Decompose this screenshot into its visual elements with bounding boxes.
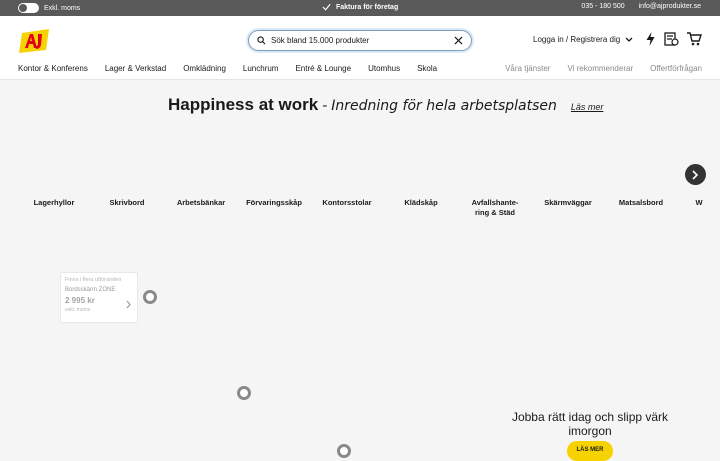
search-icon bbox=[257, 36, 266, 45]
checkmark-icon bbox=[322, 3, 331, 11]
product-hotspot-card[interactable]: Finns i flera utföranden Bordsskärm ZONE… bbox=[60, 272, 138, 323]
product-category: Finns i flera utföranden bbox=[65, 277, 122, 283]
moms-toggle[interactable]: Exkl. moms bbox=[18, 3, 80, 13]
nav-item-skola[interactable]: Skola bbox=[417, 64, 437, 73]
category-item[interactable]: Skrivbord bbox=[89, 198, 165, 208]
chevron-right-icon bbox=[692, 169, 699, 180]
cart-icon[interactable] bbox=[687, 32, 702, 46]
product-tax-note: exkl. moms bbox=[65, 307, 91, 313]
search-bar[interactable] bbox=[248, 30, 472, 51]
nav-item-omkladning[interactable]: Omklädning bbox=[183, 64, 226, 73]
category-carousel: Lagerhyllor Skrivbord Arbetsbänkar Förva… bbox=[0, 198, 720, 228]
chevron-down-icon bbox=[625, 37, 633, 42]
category-item[interactable]: Klädskåp bbox=[383, 198, 459, 208]
quote-list-icon[interactable] bbox=[664, 32, 679, 46]
top-bar: Exkl. moms Faktura för företag 035 - 180… bbox=[0, 0, 720, 16]
nav-item-tjanster[interactable]: Våra tjänster bbox=[505, 64, 550, 73]
login-label: Logga in / Registrera dig bbox=[533, 35, 621, 44]
nav-item-utomhus[interactable]: Utomhus bbox=[368, 64, 400, 73]
nav-item-offert[interactable]: Offertförfrågan bbox=[650, 64, 702, 73]
aj-logo-icon bbox=[19, 29, 49, 53]
category-item[interactable]: Lagerhyllor bbox=[16, 198, 92, 208]
toggle-switch[interactable] bbox=[18, 3, 39, 13]
header: Logga in / Registrera dig bbox=[0, 16, 720, 64]
product-hotspot-dot[interactable] bbox=[143, 290, 157, 304]
product-hotspot-dot[interactable] bbox=[237, 386, 251, 400]
hero-dash: - bbox=[322, 98, 328, 114]
hero-more-link[interactable]: Läs mer bbox=[571, 102, 604, 112]
main-nav: Kontor & Konferens Lager & Verkstad Omkl… bbox=[0, 64, 720, 80]
category-item[interactable]: Arbetsbänkar bbox=[163, 198, 239, 208]
promo-read-more-button[interactable]: LÄS MER bbox=[567, 441, 613, 461]
clear-icon[interactable] bbox=[454, 36, 463, 45]
login-link[interactable]: Logga in / Registrera dig bbox=[533, 35, 633, 44]
invoice-label: Faktura för företag bbox=[336, 3, 399, 11]
moms-label: Exkl. moms bbox=[44, 4, 81, 12]
category-item[interactable]: Matsalsbord bbox=[603, 198, 679, 208]
nav-item-rekommenderar[interactable]: Vi rekommenderar bbox=[567, 64, 633, 73]
category-item[interactable]: Skärmväggar bbox=[530, 198, 606, 208]
search-input[interactable] bbox=[271, 36, 454, 45]
category-item[interactable]: Avfallshante-ring & Städ bbox=[467, 198, 523, 218]
carousel-next-button[interactable] bbox=[685, 164, 706, 185]
chevron-right-icon bbox=[126, 300, 131, 309]
promo-text: Jobba rätt idag och slipp värk imorgon bbox=[511, 410, 669, 438]
hero-heading: Happiness at work - Inredning för hela a… bbox=[168, 95, 603, 115]
nav-item-lunchrum[interactable]: Lunchrum bbox=[243, 64, 279, 73]
product-name: Bordsskärm ZONE bbox=[65, 287, 116, 293]
phone-link[interactable]: 035 - 180 500 bbox=[581, 3, 624, 10]
category-item[interactable]: W bbox=[694, 198, 704, 208]
nav-item-kontor[interactable]: Kontor & Konferens bbox=[18, 64, 88, 73]
email-link[interactable]: info@ajprodukter.se bbox=[639, 3, 701, 10]
category-item[interactable]: Kontorsstolar bbox=[309, 198, 385, 208]
product-price: 2 995 kr bbox=[65, 296, 95, 305]
hero-subtitle: Inredning för hela arbetsplatsen bbox=[331, 98, 557, 114]
category-item[interactable]: Förvaringsskåp bbox=[236, 198, 312, 208]
lightning-icon[interactable] bbox=[645, 32, 656, 46]
hero-title: Happiness at work bbox=[168, 95, 319, 114]
nav-item-lager[interactable]: Lager & Verkstad bbox=[105, 64, 166, 73]
aj-logo[interactable] bbox=[18, 28, 50, 54]
product-hotspot-dot[interactable] bbox=[337, 444, 351, 458]
nav-item-entre[interactable]: Entré & Lounge bbox=[295, 64, 351, 73]
invoice-info: Faktura för företag bbox=[322, 3, 398, 11]
